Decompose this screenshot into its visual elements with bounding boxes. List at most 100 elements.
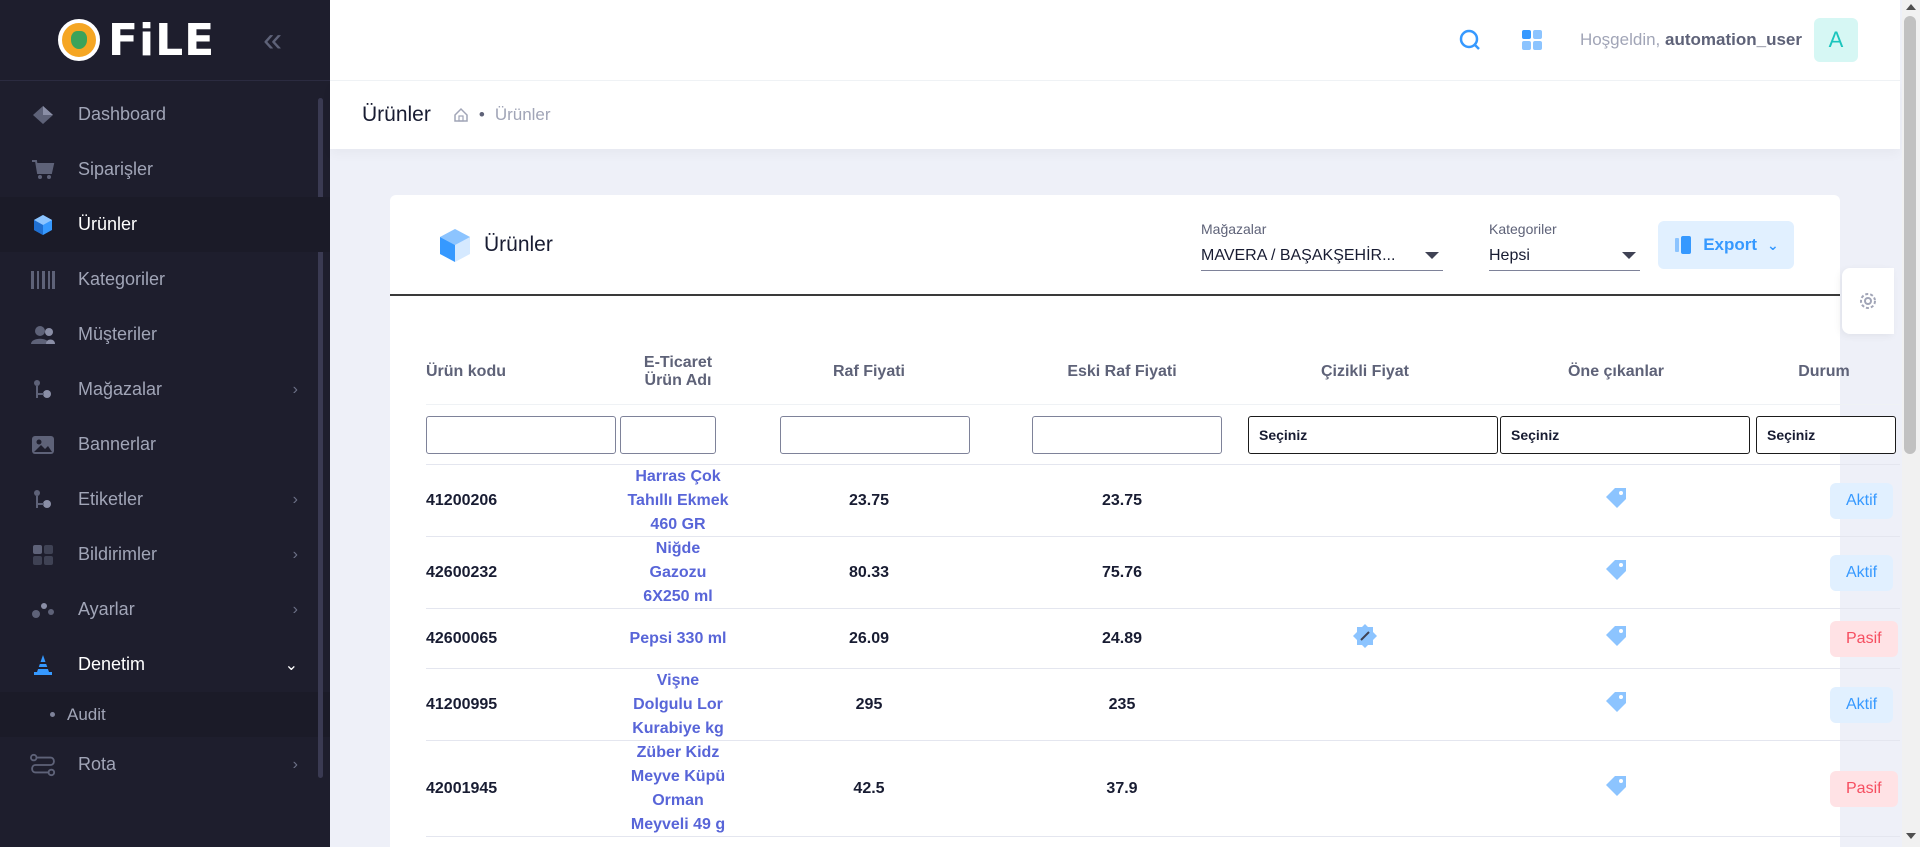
code-filter-input[interactable] [426, 415, 616, 454]
sidebar-item-bildirimler[interactable]: Bildirimler › [0, 527, 330, 582]
product-name-link[interactable]: Niğde Gazozu 6X250 ml [616, 537, 740, 609]
welcome-prefix: Hoşgeldin, [1579, 30, 1661, 49]
dashboard-icon [30, 104, 56, 126]
search-icon[interactable] [1450, 20, 1490, 60]
featured-cell [1484, 689, 1748, 720]
sidebar-item-rota[interactable]: Rota › [0, 737, 330, 792]
col-header-price[interactable]: Raf Fiyati [740, 363, 998, 381]
featured-cell [1484, 557, 1748, 588]
avatar[interactable]: A [1814, 18, 1858, 62]
tag-icon[interactable] [1603, 626, 1629, 653]
filter-cell: Seçiniz [1748, 415, 1900, 454]
col-header-featured[interactable]: Öne çıkanlar [1484, 363, 1748, 381]
col-header-name[interactable]: E-Ticaret Ürün Adı [616, 354, 740, 390]
sidebar-item-dashboard[interactable]: Dashboard [0, 87, 330, 142]
table-row[interactable]: 42600065 Pepsi 330 ml 26.09 24.89 Pasif [426, 609, 1900, 669]
tag-icon[interactable] [1603, 692, 1629, 719]
store-icon [30, 379, 56, 401]
product-name-line: Dolgulu Lor [633, 695, 723, 713]
breadcrumb-current: Ürünler [494, 105, 551, 124]
product-code: 42001945 [426, 779, 498, 797]
sidebar-subitem-label: Audit [67, 704, 106, 724]
bell-icon [30, 544, 56, 566]
sidebar-item-urunler[interactable]: Ürünler [0, 197, 330, 252]
product-name-link[interactable]: Pepsi 330 ml [616, 627, 740, 651]
sidebar-item-bannerlar[interactable]: Bannerlar [0, 417, 330, 472]
status-badge[interactable]: Pasif [1830, 770, 1898, 807]
stores-filter: Mağazalar MAVERA / BAŞAKŞEHİR... [1201, 221, 1443, 271]
featured-cell [1484, 485, 1748, 516]
sidebar-item-kategoriler[interactable]: Kategoriler [0, 252, 330, 307]
categories-select[interactable]: Hepsi [1489, 241, 1640, 271]
sidebar-subitem-audit[interactable]: Audit [0, 692, 330, 737]
username: automation_user [1665, 30, 1802, 49]
scroll-up-icon[interactable] [1906, 4, 1916, 10]
price-filter-input[interactable] [780, 415, 970, 454]
filter-cell: Seçiniz [1484, 415, 1750, 454]
status-badge[interactable]: Aktif [1830, 686, 1894, 723]
status-badge[interactable]: Aktif [1830, 482, 1894, 519]
sidebar-item-musteriler[interactable]: Müşteriler [0, 307, 330, 362]
product-code: 42600065 [426, 629, 498, 647]
logo-bar: FiLE « [0, 0, 330, 81]
status-badge[interactable]: Pasif [1830, 620, 1898, 657]
featured-filter-select[interactable]: Seçiniz [1500, 415, 1750, 454]
filter-row: Seçiniz Seçiniz Seçiniz [426, 405, 1900, 465]
product-name-line: Vişne [656, 671, 700, 689]
shelf-price: 42.5 [853, 779, 885, 797]
tag-icon[interactable] [1603, 776, 1629, 803]
col-header-old-price[interactable]: Eski Raf Fiyati [998, 363, 1246, 381]
col-header-code[interactable]: Ürün kodu [426, 363, 616, 381]
export-label: Export [1703, 235, 1758, 254]
product-name-link[interactable]: Vişne Dolgulu Lor Kurabiye kg [616, 669, 740, 741]
name-filter-input[interactable] [620, 415, 716, 454]
status-filter-select[interactable]: Seçiniz [1756, 415, 1896, 454]
sidebar-nav: Dashboard Siparişler Ürünler Kategoriler… [0, 81, 330, 792]
strike-filter-select[interactable]: Seçiniz [1248, 415, 1498, 454]
filter-cell [998, 415, 1246, 454]
cart-icon [30, 159, 56, 181]
settings-toggle-button[interactable] [1842, 268, 1894, 334]
status-cell: Pasif [1748, 620, 1900, 657]
tag-icon[interactable] [1603, 560, 1629, 587]
export-button[interactable]: Export ⌄ [1658, 221, 1794, 269]
stores-select[interactable]: MAVERA / BAŞAKŞEHİR... [1201, 241, 1443, 271]
categories-selected-value: Hepsi [1489, 246, 1530, 264]
old-shelf-price: 37.9 [1106, 779, 1138, 797]
sidebar-item-siparisler[interactable]: Siparişler [0, 142, 330, 197]
logo-text: FiLE [108, 14, 216, 66]
filter-cell: Seçiniz [1246, 415, 1498, 454]
old-price-filter-input[interactable] [1032, 415, 1222, 454]
table-row[interactable]: 42600232 Niğde Gazozu 6X250 ml 80.33 75.76… [426, 537, 1900, 609]
scroll-down-icon[interactable] [1906, 833, 1916, 839]
barcode-icon [30, 269, 56, 291]
discount-icon[interactable] [1352, 624, 1378, 653]
product-name-line: Gazozu [649, 563, 707, 581]
tag-icon[interactable] [1603, 488, 1629, 515]
product-name-link[interactable]: Züber Kidz Meyve Küpü Orman Meyveli 49 g [616, 741, 740, 837]
page-title: Ürünler [362, 103, 431, 126]
table-row[interactable]: 41200206 Harras Çok Tahıllı Ekmek 460 GR 2… [426, 465, 1900, 537]
sidebar-item-etiketler[interactable]: Etiketler › [0, 472, 330, 527]
home-icon[interactable] [453, 107, 469, 123]
table-body: 41200206 Harras Çok Tahıllı Ekmek 460 GR 2… [426, 465, 1900, 837]
col-header-status[interactable]: Durum [1748, 363, 1900, 381]
page-scrollbar-thumb[interactable] [1904, 16, 1916, 454]
chevron-right-icon: › [292, 600, 298, 618]
status-badge[interactable]: Aktif [1830, 554, 1894, 591]
status-cell: Aktif [1748, 686, 1900, 723]
apps-grid-icon[interactable] [1512, 20, 1552, 60]
logo[interactable]: FiLE [58, 15, 215, 66]
sidebar-item-ayarlar[interactable]: Ayarlar › [0, 582, 330, 637]
sidebar-item-label: Bannerlar [78, 434, 157, 454]
product-name-link[interactable]: Harras Çok Tahıllı Ekmek 460 GR [616, 465, 740, 537]
chevron-down-icon: ⌄ [284, 656, 298, 674]
table-row[interactable]: 41200995 Vişne Dolgulu Lor Kurabiye kg 295… [426, 669, 1900, 741]
col-header-strike-price[interactable]: Çizikli Fiyat [1246, 363, 1484, 381]
table-row[interactable]: 42001945 Züber Kidz Meyve Küpü Orman Meyvel… [426, 741, 1900, 837]
collapse-sidebar-icon[interactable]: « [263, 23, 282, 57]
sidebar-item-denetim[interactable]: Denetim ⌄ [0, 637, 330, 692]
sidebar-item-magazalar[interactable]: Mağazalar › [0, 362, 330, 417]
chevron-right-icon: › [292, 545, 298, 563]
cube-icon [436, 226, 474, 264]
